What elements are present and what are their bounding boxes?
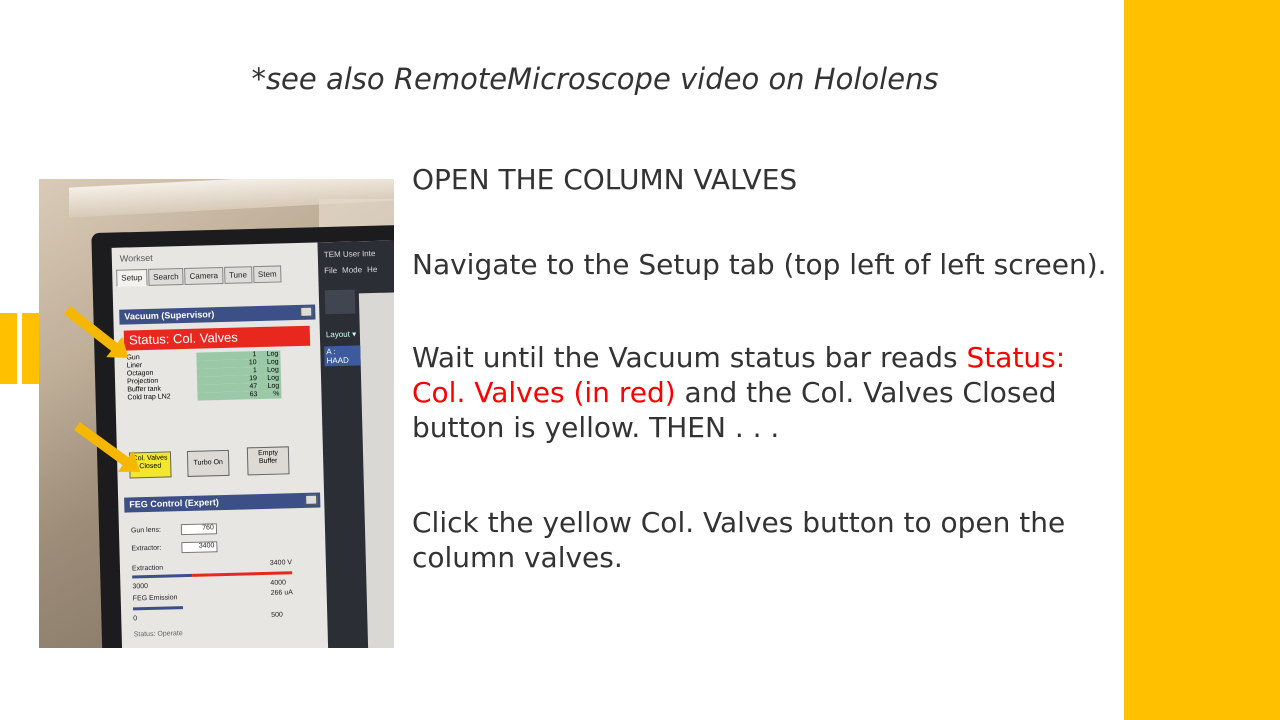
instructions: OPEN THE COLUMN VALVES Navigate to the S… [412, 162, 1117, 575]
accent-bar [0, 313, 17, 384]
step-navigate: Navigate to the Setup tab (top left of l… [412, 248, 1107, 281]
haad-label: A : HAAD [324, 345, 361, 367]
extractor-input[interactable]: 3400 [181, 541, 218, 554]
scale-max: 4000 [270, 579, 287, 587]
gun-lens-label: Gun lens: [130, 526, 162, 535]
workset-tabs: Setup Search Camera Tune Stem [116, 265, 282, 287]
heading: OPEN THE COLUMN VALVES [412, 163, 798, 196]
tem-menu: File Mode He [324, 265, 377, 275]
scale-min: 0 [133, 615, 138, 623]
emission-value: 266 uA [270, 589, 293, 597]
extraction-slider-track [132, 573, 193, 579]
feg-panel-title: FEG Control (Expert) [129, 497, 219, 510]
monitor-screen: Workset Setup Search Camera Tune Stem Va… [111, 240, 394, 648]
turbo-on-button[interactable]: Turbo On [186, 449, 230, 477]
tab-search[interactable]: Search [148, 267, 184, 286]
accent-bar [22, 313, 39, 384]
vacuum-readings: Gun 1 Log Liner 10 Log Octagon 1 Log Pro… [126, 350, 317, 403]
feg-panel-header[interactable]: FEG Control (Expert) [124, 492, 321, 513]
menu-help[interactable]: He [367, 265, 377, 274]
scale-max: 500 [271, 611, 284, 619]
tab-tune[interactable]: Tune [223, 266, 253, 284]
expand-icon[interactable] [305, 494, 318, 505]
monitor-photo: Workset Setup Search Camera Tune Stem Va… [39, 179, 394, 648]
slide: *see also RemoteMicroscope video on Holo… [0, 0, 1280, 720]
workset-title: Workset [119, 252, 153, 264]
step-wait: Wait until the Vacuum status bar reads S… [412, 341, 1066, 444]
emission-slider-track [132, 606, 184, 611]
vacuum-panel-title: Vacuum (Supervisor) [124, 309, 215, 322]
emission-label: FEG Emission [132, 594, 178, 603]
step-click: Click the yellow Col. Valves button to o… [412, 506, 1066, 574]
extractor-label: Extractor: [131, 544, 162, 553]
tab-stem[interactable]: Stem [252, 265, 282, 284]
gun-lens-input[interactable]: 760 [180, 523, 218, 536]
vacuum-panel-header[interactable]: Vacuum (Supervisor) [119, 304, 316, 325]
extraction-label: Extraction [131, 564, 164, 573]
left-accent-bars [0, 313, 40, 384]
tem-icon [324, 289, 356, 315]
empty-buffer-button[interactable]: Empty Buffer [246, 446, 290, 476]
tab-camera[interactable]: Camera [184, 266, 224, 285]
layout-menu[interactable]: Layout ▾ [326, 329, 356, 339]
slide-subtitle: *see also RemoteMicroscope video on Holo… [251, 62, 939, 96]
vacuum-status-bar: Status: Col. Valves [123, 325, 311, 351]
status-operate: Status: Operate [133, 630, 183, 639]
menu-file[interactable]: File [324, 266, 337, 275]
tem-window-title: TEM User Inte [323, 248, 376, 260]
tab-setup[interactable]: Setup [116, 268, 148, 287]
scale-min: 3000 [132, 583, 149, 591]
extraction-slider-fill [192, 571, 293, 577]
extraction-value: 3400 V [269, 559, 293, 567]
expand-icon[interactable] [300, 306, 313, 317]
menu-mode[interactable]: Mode [342, 265, 362, 275]
right-accent-band [1124, 0, 1280, 720]
